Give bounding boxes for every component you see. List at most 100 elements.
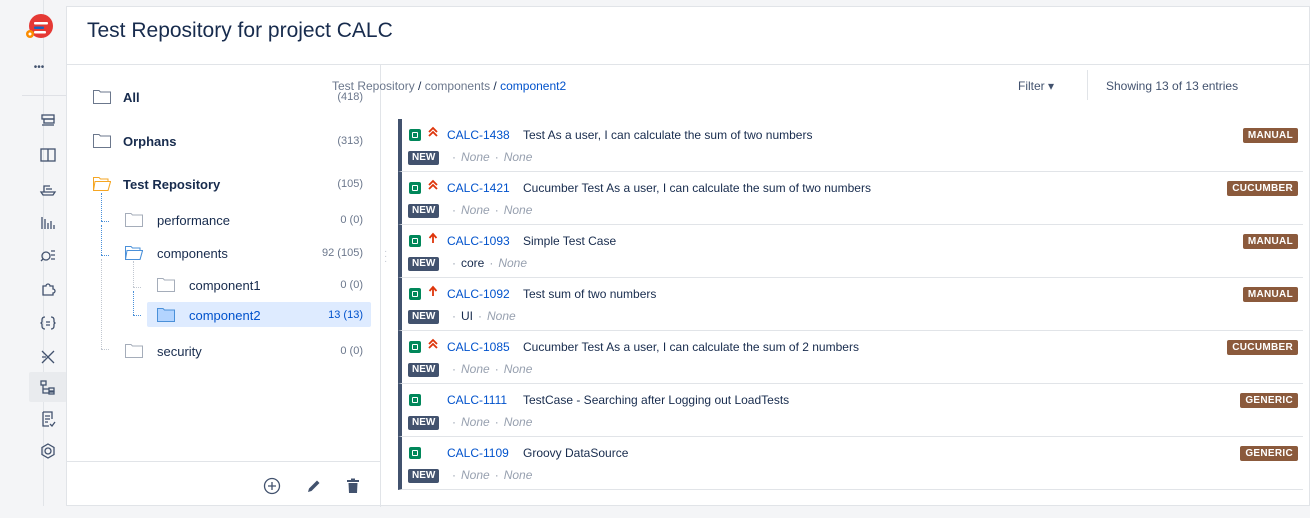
folder-icon: [157, 278, 175, 292]
tree-item-label: security: [157, 343, 202, 359]
high-icon: [427, 232, 439, 248]
breadcrumb-components[interactable]: components: [425, 79, 490, 93]
test-type-badge: MANUAL: [1242, 128, 1298, 143]
delete-folder-button[interactable]: [343, 476, 363, 496]
test-key-link[interactable]: CALC-1093: [447, 234, 510, 248]
tree-connector: [101, 259, 102, 349]
layers-icon[interactable]: [37, 110, 59, 132]
tree-item-performance[interactable]: performance 0 (0): [125, 208, 363, 232]
test-row[interactable]: CALC-1109 Groovy DataSource NEW · None · None G…: [398, 437, 1303, 490]
test-label: None: [498, 256, 528, 270]
tree-item-security[interactable]: security 0 (0): [125, 339, 363, 363]
tree-item-label: All: [123, 89, 140, 105]
boat-icon[interactable]: [37, 178, 59, 200]
test-meta: · core · None: [452, 256, 528, 270]
test-key-link[interactable]: CALC-1085: [447, 340, 510, 354]
test-row[interactable]: CALC-1085 Cucumber Test As a user, I can …: [398, 331, 1303, 384]
test-label: None: [503, 468, 533, 482]
test-row[interactable]: CALC-1421 Cucumber Test As a user, I can …: [398, 172, 1303, 225]
highest-icon: [427, 179, 439, 195]
test-meta: · None · None: [452, 362, 533, 376]
folder-icon: [157, 308, 175, 322]
test-status-icon: [409, 447, 421, 459]
tree-item-components[interactable]: components 92 (105): [124, 241, 363, 265]
test-summary[interactable]: Cucumber Test As a user, I can calculate…: [523, 181, 871, 195]
tree-item-orphans[interactable]: Orphans (313): [93, 129, 363, 153]
test-component: UI: [461, 309, 473, 323]
checklist-icon[interactable]: [37, 408, 59, 430]
folder-tree: All (418) Orphans (313) Test Repository …: [67, 65, 381, 507]
x-tool-icon[interactable]: [37, 346, 59, 368]
tree-item-count: 0 (0): [340, 345, 363, 357]
bar-chart-icon[interactable]: [37, 212, 59, 234]
columns-icon[interactable]: [37, 144, 59, 166]
more-menu-icon[interactable]: •••: [24, 62, 54, 73]
test-row[interactable]: CALC-1092 Test sum of two numbers NEW · UI · N…: [398, 278, 1303, 331]
test-row[interactable]: CALC-1438 Test As a user, I can calculate…: [398, 119, 1303, 172]
breadcrumb-separator: /: [490, 79, 501, 93]
hexagon-settings-icon[interactable]: [37, 440, 59, 462]
search-list-icon[interactable]: [37, 244, 59, 266]
test-summary[interactable]: Groovy DataSource: [523, 446, 628, 460]
test-status-icon: [409, 182, 421, 194]
test-key-link[interactable]: CALC-1092: [447, 287, 510, 301]
tree-connector: [133, 291, 134, 315]
test-row[interactable]: CALC-1111 TestCase - Searching after Logg…: [398, 384, 1303, 437]
tree-toolbar: [67, 461, 380, 507]
test-label: None: [503, 362, 533, 376]
test-summary[interactable]: Cucumber Test As a user, I can calculate…: [523, 340, 859, 354]
test-type-badge: MANUAL: [1242, 234, 1298, 249]
folder-icon: [125, 344, 143, 358]
tree-item-label: component2: [189, 307, 261, 323]
panel-resize-handle[interactable]: · · ·: [384, 247, 388, 267]
breadcrumb-current[interactable]: component2: [500, 79, 566, 93]
test-key-link[interactable]: CALC-1438: [447, 128, 510, 142]
pencil-icon: [308, 480, 320, 492]
status-badge: NEW: [408, 416, 440, 430]
puzzle-icon[interactable]: [37, 278, 59, 300]
test-label: None: [503, 415, 533, 429]
test-summary[interactable]: Test As a user, I can calculate the sum …: [523, 128, 812, 142]
tree-item-all[interactable]: All (418): [93, 85, 363, 109]
test-component: None: [461, 415, 490, 429]
test-label: None: [503, 203, 533, 217]
tree-item-label: performance: [157, 212, 230, 228]
test-type-badge: CUCUMBER: [1227, 340, 1298, 355]
page-title: Test Repository for project CALC: [87, 19, 393, 42]
app-logo-icon[interactable]: [24, 12, 54, 42]
filter-dropdown[interactable]: Filter ▾: [1018, 79, 1054, 93]
folder-icon: [93, 90, 111, 104]
breadcrumb-root[interactable]: Test Repository: [332, 79, 415, 93]
status-badge: NEW: [408, 310, 440, 324]
status-badge: NEW: [408, 363, 440, 377]
test-meta: · None · None: [452, 203, 533, 217]
braces-list-icon[interactable]: [37, 312, 59, 334]
test-status-icon: [409, 129, 421, 141]
test-key-link[interactable]: CALC-1111: [447, 393, 507, 407]
test-summary[interactable]: TestCase - Searching after Logging out L…: [523, 393, 789, 407]
toolbar-divider: [1087, 70, 1088, 100]
tree-item-component2[interactable]: component2 13 (13): [157, 303, 363, 327]
test-summary[interactable]: Test sum of two numbers: [523, 287, 656, 301]
test-meta: · None · None: [452, 468, 533, 482]
tree-item-count: 92 (105): [322, 247, 363, 259]
test-key-link[interactable]: CALC-1421: [447, 181, 510, 195]
add-folder-button[interactable]: [262, 476, 282, 496]
edit-folder-button[interactable]: [304, 476, 324, 496]
test-summary[interactable]: Simple Test Case: [523, 234, 616, 248]
breadcrumb: Test Repository / components / component…: [332, 79, 566, 93]
test-component: None: [461, 362, 490, 376]
high-icon: [427, 285, 439, 301]
tree-item-label: Orphans: [123, 133, 177, 149]
trash-icon: [347, 478, 359, 493]
tree-item-count: 0 (0): [340, 279, 363, 291]
test-type-badge: MANUAL: [1242, 287, 1298, 302]
test-meta: · None · None: [452, 415, 533, 429]
status-badge: NEW: [408, 151, 440, 165]
test-row[interactable]: CALC-1093 Simple Test Case NEW · core · None MA…: [398, 225, 1303, 278]
tree-item-test-repository[interactable]: Test Repository (105): [92, 172, 363, 196]
tree-structure-icon[interactable]: [29, 372, 67, 402]
tree-item-component1[interactable]: component1 0 (0): [157, 273, 363, 297]
test-key-link[interactable]: CALC-1109: [447, 446, 509, 460]
tree-item-label: component1: [189, 277, 261, 293]
